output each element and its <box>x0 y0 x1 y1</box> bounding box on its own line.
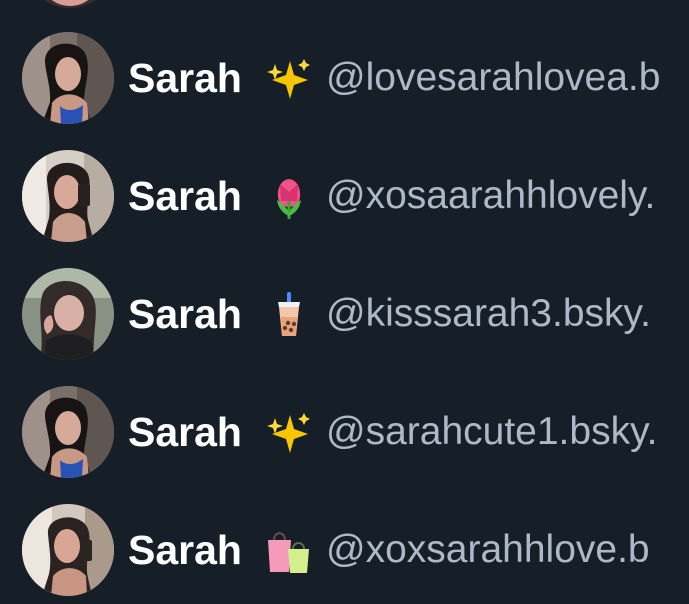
handle: @xoxsarahhlove.b <box>326 528 650 571</box>
handle: @sarahcute1.bsky. <box>326 410 658 453</box>
avatar[interactable] <box>22 32 114 124</box>
avatar[interactable] <box>24 0 116 8</box>
list-item[interactable]: Sarah @lovesarahlovea.b <box>0 32 689 124</box>
bubble-tea-icon <box>263 289 315 341</box>
list-item[interactable]: Sarah @xoxsarahhlove.b <box>0 504 689 596</box>
sparkles-icon <box>263 53 315 105</box>
avatar[interactable] <box>22 386 114 478</box>
list-item[interactable]: Sarah @xosaarahhlovely. <box>0 150 689 242</box>
avatar[interactable] <box>22 504 114 596</box>
tulip-icon <box>263 171 315 223</box>
sparkles-icon <box>263 407 315 459</box>
list-item[interactable]: Sarah @kisssarah3.bsky. <box>0 268 689 360</box>
display-name: Sarah <box>128 173 242 219</box>
avatar[interactable] <box>22 268 114 360</box>
handle: @kisssarah3.bsky. <box>326 292 651 335</box>
list-item[interactable]: Sarah @sarahcute1.bsky. <box>0 386 689 478</box>
shopping-bags-icon <box>263 525 315 577</box>
avatar[interactable] <box>22 150 114 242</box>
display-name: Sarah <box>128 527 242 573</box>
handle: @lovesarahlovea.b <box>326 56 661 99</box>
display-name: Sarah <box>128 291 242 337</box>
display-name: Sarah <box>128 55 242 101</box>
account-list: Sarah @lovesarahlovea.b Sarah @xosaarahh… <box>0 0 689 604</box>
display-name: Sarah <box>128 409 242 455</box>
handle: @xosaarahhlovely. <box>326 174 656 217</box>
